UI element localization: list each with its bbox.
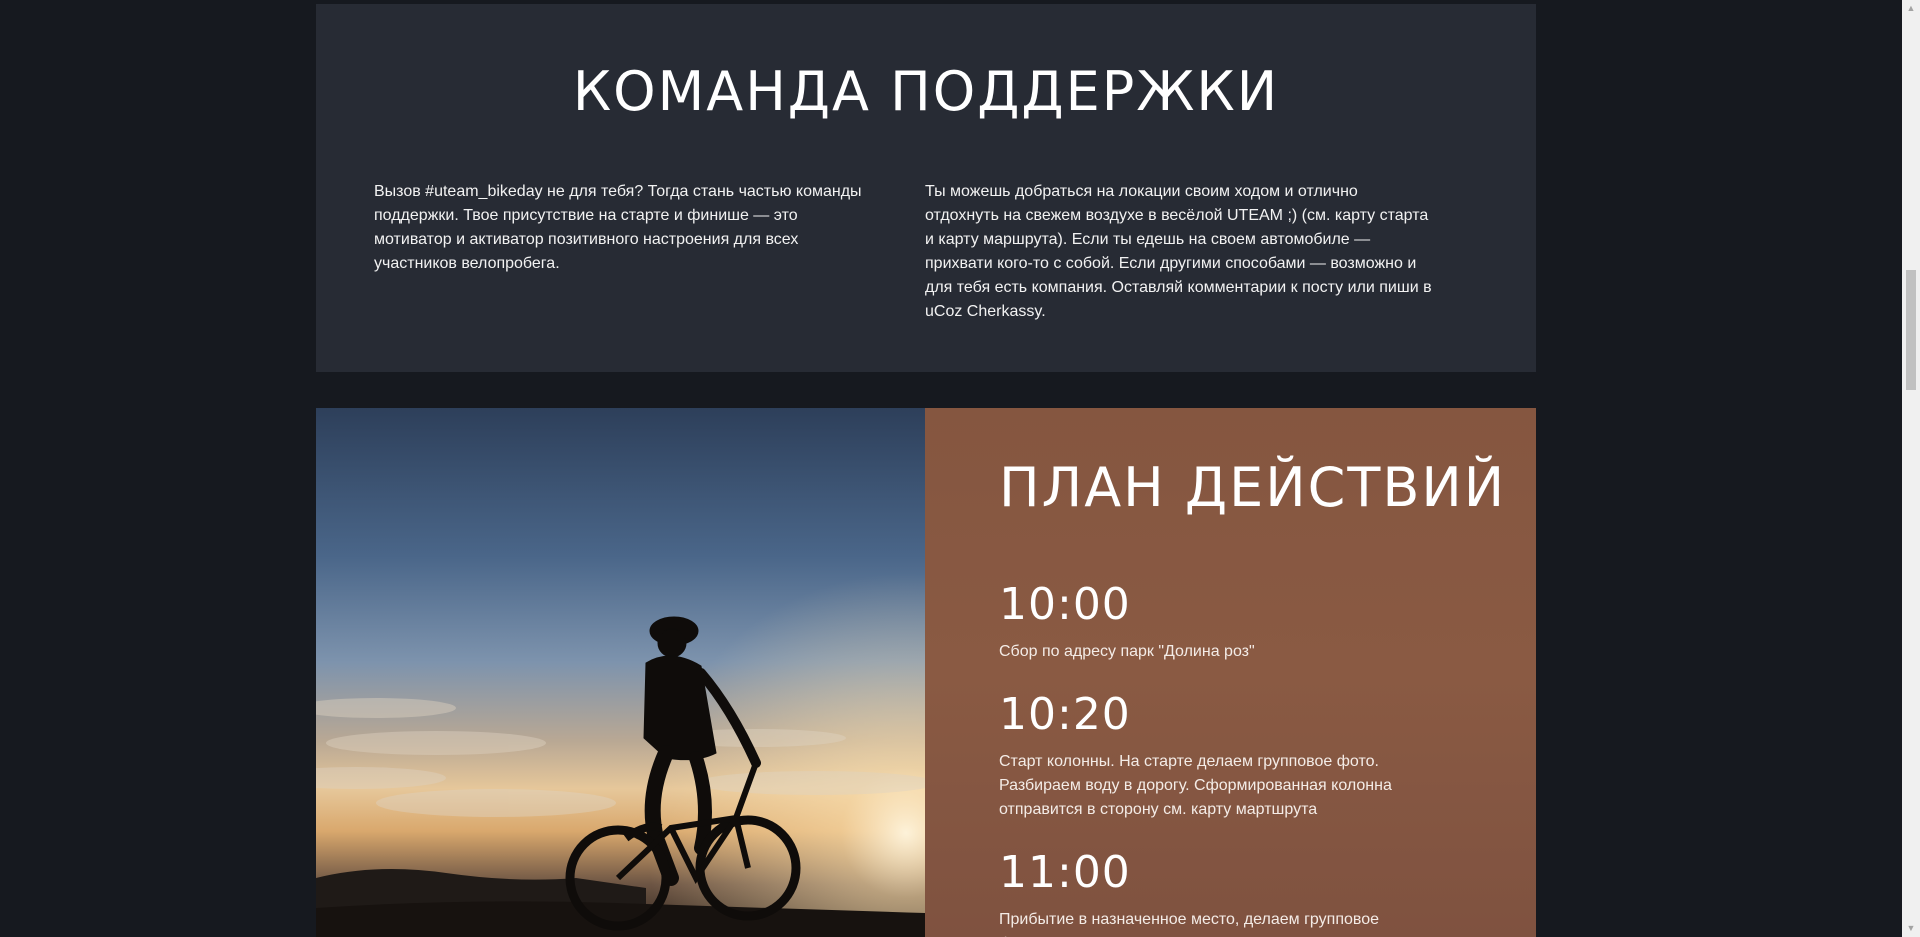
cyclist-silhouette-photo bbox=[316, 408, 925, 937]
event-time: 10:00 bbox=[999, 579, 1131, 630]
vertical-scrollbar[interactable]: ▲ ▼ bbox=[1902, 0, 1920, 937]
schedule-panel: ПЛАН ДЕЙСТВИЙ 10:00 Сбор по адресу парк … bbox=[925, 408, 1536, 937]
event-description: Старт колонны. На старте делаем группово… bbox=[999, 753, 1392, 818]
event-description: Сбор по адресу парк "Долина роз" bbox=[999, 643, 1255, 660]
support-team-text-left: Вызов #uteam_bikeday не для тебя? Тогда … bbox=[374, 183, 862, 272]
support-team-section: КОМАНДА ПОДДЕРЖКИ Вызов #uteam_bikeday н… bbox=[316, 4, 1536, 372]
scroll-down-arrow-icon[interactable]: ▼ bbox=[1902, 920, 1920, 937]
action-plan-section: ПЛАН ДЕЙСТВИЙ 10:00 Сбор по адресу парк … bbox=[316, 408, 1536, 937]
event-description: Прибытие в назначенное место, делаем гру… bbox=[999, 911, 1379, 937]
scrollbar-thumb[interactable] bbox=[1906, 270, 1916, 390]
action-plan-title: ПЛАН ДЕЙСТВИЙ bbox=[999, 456, 1507, 519]
page: КОМАНДА ПОДДЕРЖКИ Вызов #uteam_bikeday н… bbox=[0, 0, 1920, 937]
event-time: 11:00 bbox=[999, 847, 1131, 898]
support-team-title: КОМАНДА ПОДДЕРЖКИ bbox=[572, 60, 1280, 123]
scroll-up-arrow-icon[interactable]: ▲ bbox=[1902, 0, 1920, 17]
support-team-text-right: Ты можешь добраться на локации своим ход… bbox=[925, 183, 1432, 320]
event-time: 10:20 bbox=[999, 689, 1131, 740]
